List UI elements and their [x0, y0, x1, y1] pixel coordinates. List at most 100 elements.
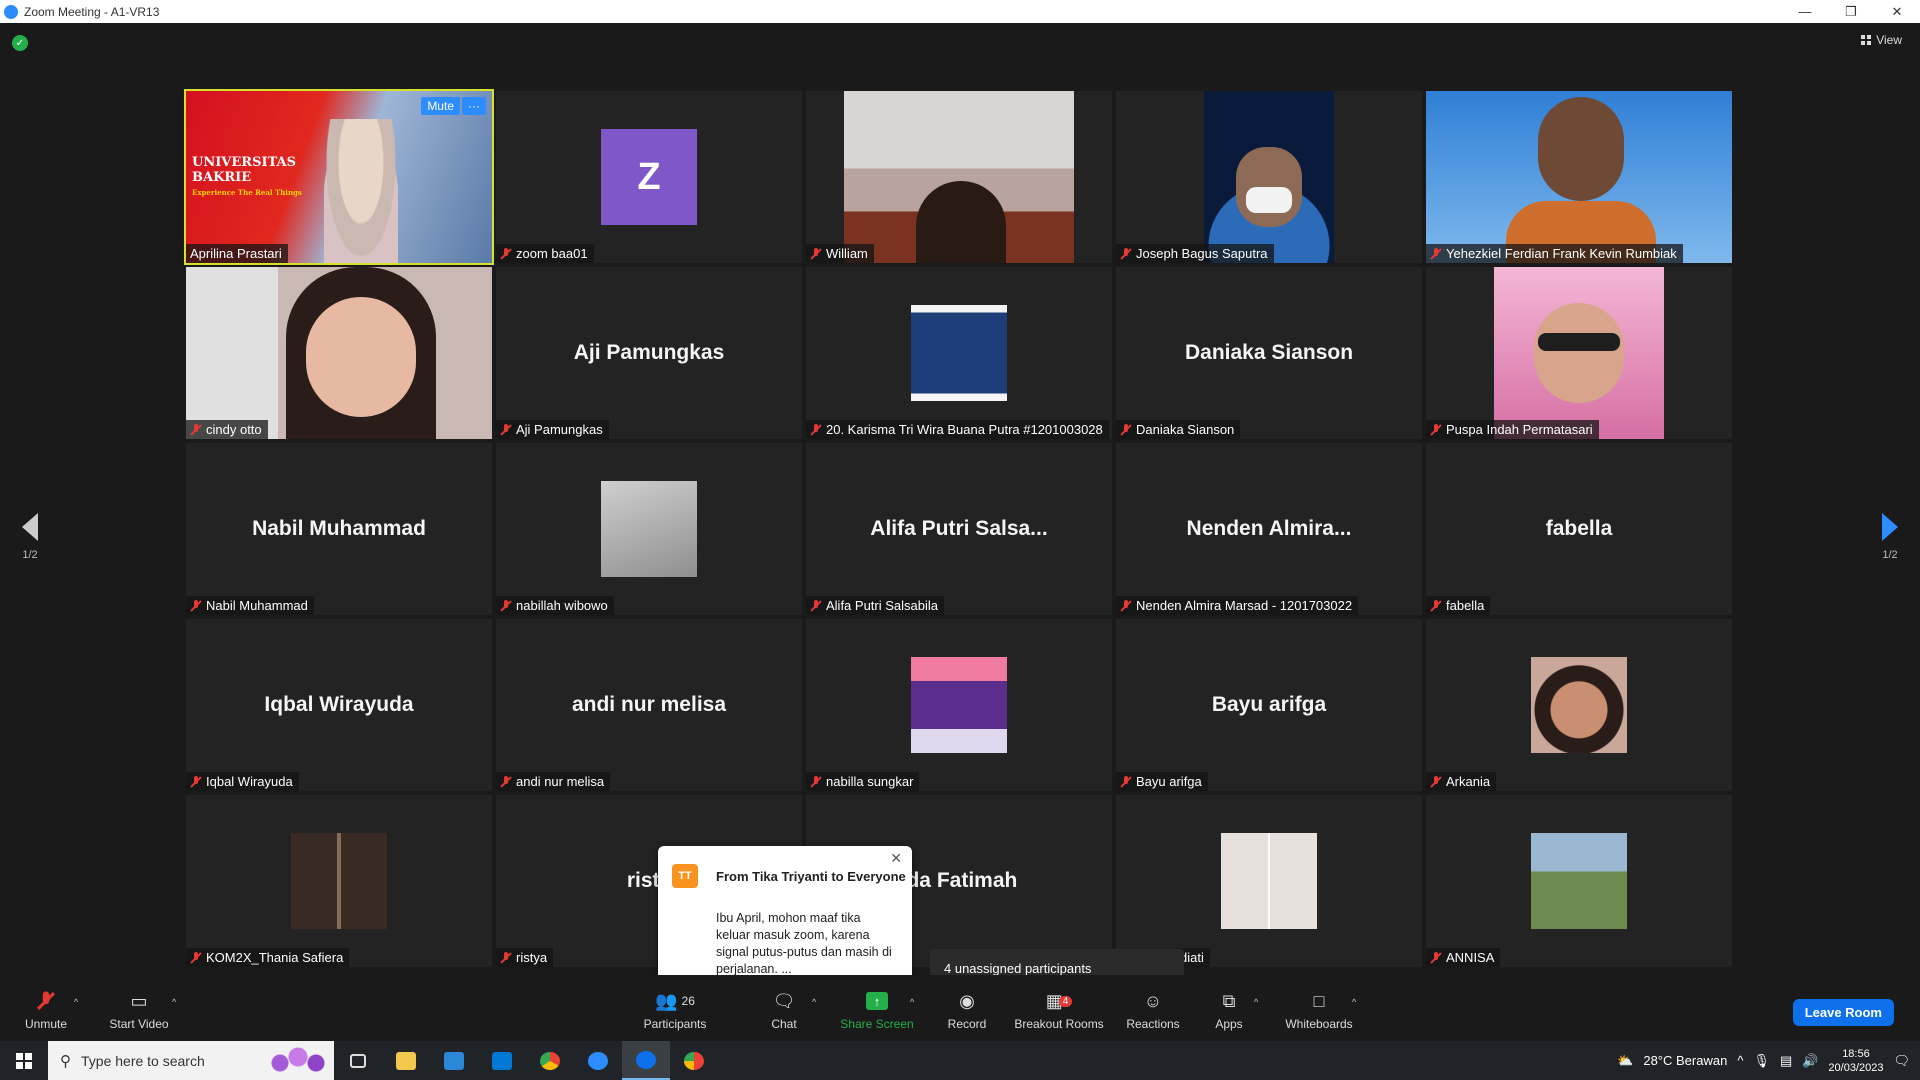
next-page-button[interactable]: 1/2: [1870, 513, 1910, 561]
arrow-left-icon: [22, 513, 38, 541]
close-window-button[interactable]: ✕: [1874, 0, 1920, 23]
weather-icon[interactable]: ⛅: [1617, 1053, 1633, 1069]
participant-tile[interactable]: Bayu arifga Bayu arifga: [1116, 619, 1422, 791]
participant-tile[interactable]: UNIVERSITAS BAKRIE Experience The Real T…: [184, 89, 494, 265]
volume-icon[interactable]: 🔊: [1802, 1053, 1818, 1069]
participant-name-label: Bayu arifga: [1116, 772, 1208, 791]
participant-name: Arkania: [1446, 774, 1491, 789]
chevron-up-icon[interactable]: ^: [1737, 1053, 1743, 1068]
participants-button[interactable]: 👥 26 Participants: [640, 989, 710, 1032]
letter-avatar: Z: [601, 129, 697, 225]
network-icon[interactable]: ▤: [1780, 1053, 1792, 1069]
participant-tile[interactable]: KOM2X_Thania Safiera: [186, 795, 492, 967]
unmute-button[interactable]: Unmute: [18, 989, 74, 1031]
participant-display-name: Aji Pamungkas: [573, 341, 725, 364]
participant-face: [306, 297, 416, 417]
participant-tile[interactable]: andi nur melisa andi nur melisa: [496, 619, 802, 791]
apps-button[interactable]: ⧉ Apps: [1212, 989, 1246, 1032]
participant-tile[interactable]: Joseph Bagus Saputra: [1116, 91, 1422, 263]
mic-muted-icon: [810, 423, 822, 436]
reactions-button[interactable]: ☺ Reactions: [1126, 989, 1180, 1032]
zoom-taskbar-icon[interactable]: [574, 1041, 622, 1080]
chat-button[interactable]: 🗨 Chat: [764, 989, 804, 1032]
participant-name: Aprilina Prastari: [190, 246, 282, 261]
chat-options-caret-icon[interactable]: ^: [812, 997, 816, 1007]
file-explorer-icon[interactable]: [382, 1041, 430, 1080]
participant-tile[interactable]: nabilla sungkar: [806, 619, 1112, 791]
participant-tile[interactable]: diati: [1116, 795, 1422, 967]
record-label: Record: [947, 1017, 987, 1031]
participant-tile[interactable]: cindy otto: [186, 267, 492, 439]
participant-tile[interactable]: Alifa Putri Salsa... Alifa Putri Salsabi…: [806, 443, 1112, 615]
participant-name-label: zoom baa01: [496, 244, 594, 263]
mail-icon[interactable]: [478, 1041, 526, 1080]
profile-picture: [601, 481, 697, 577]
breakout-rooms-button[interactable]: ▦ 4 Breakout Rooms: [1014, 989, 1104, 1032]
participant-tile[interactable]: William: [806, 91, 1112, 263]
search-icon: ⚲: [60, 1052, 71, 1070]
whiteboards-button[interactable]: □ Whiteboards: [1284, 989, 1354, 1032]
share-options-caret-icon[interactable]: ^: [910, 997, 914, 1007]
participant-tile[interactable]: fabella fabella: [1426, 443, 1732, 615]
previous-page-button[interactable]: 1/2: [10, 513, 50, 561]
participant-tile[interactable]: Nabil Muhammad Nabil Muhammad: [186, 443, 492, 615]
participant-name: cindy otto: [206, 422, 262, 437]
participant-tile[interactable]: Arkania: [1426, 619, 1732, 791]
apps-options-caret-icon[interactable]: ^: [1254, 997, 1258, 1007]
security-shield-icon[interactable]: ✓: [12, 35, 28, 51]
participant-tile[interactable]: Aji Pamungkas Aji Pamungkas: [496, 267, 802, 439]
whiteboard-options-caret-icon[interactable]: ^: [1352, 997, 1356, 1007]
participant-display-name: Nenden Almira...: [1186, 517, 1352, 540]
participant-tile[interactable]: Nenden Almira... Nenden Almira Marsad - …: [1116, 443, 1422, 615]
more-options-button[interactable]: ···: [462, 97, 486, 115]
zoom-meeting-taskbar-icon[interactable]: [622, 1041, 670, 1080]
start-video-label: Start Video: [109, 1017, 169, 1031]
leave-room-button[interactable]: Leave Room: [1792, 999, 1894, 1026]
share-screen-label: Share Screen: [840, 1017, 914, 1031]
participant-name-label: Aprilina Prastari: [186, 244, 288, 263]
close-icon[interactable]: ✕: [890, 850, 902, 867]
start-button[interactable]: [0, 1041, 48, 1080]
clock[interactable]: 18:56 20/03/2023: [1828, 1047, 1883, 1075]
participant-name-label: cindy otto: [186, 420, 268, 439]
chrome-icon[interactable]: [526, 1041, 574, 1080]
share-screen-button[interactable]: ↑ Share Screen: [840, 989, 914, 1031]
participant-name: zoom baa01: [516, 246, 588, 261]
chat-notification-popup[interactable]: TT From Tika Triyanti to Everyone ✕ Ibu …: [658, 846, 912, 993]
restore-button[interactable]: ❐: [1828, 0, 1874, 23]
microsoft-store-icon[interactable]: [430, 1041, 478, 1080]
chrome-profile-icon[interactable]: [670, 1041, 718, 1080]
speaker-figure: [324, 119, 398, 263]
participant-name-label: Daniaka Sianson: [1116, 420, 1241, 439]
page-indicator-left: 1/2: [22, 549, 38, 561]
chat-icon: 🗨: [772, 990, 796, 1011]
sunglasses: [1538, 333, 1620, 351]
page-indicator-right: 1/2: [1882, 549, 1898, 561]
mute-participant-button[interactable]: Mute: [421, 97, 460, 115]
participant-name-label: Iqbal Wirayuda: [186, 772, 299, 791]
task-view-icon[interactable]: [334, 1041, 382, 1080]
participant-tile[interactable]: nabillah wibowo: [496, 443, 802, 615]
notifications-icon[interactable]: 🗨: [1893, 1053, 1910, 1069]
audio-options-caret-icon[interactable]: ^: [74, 997, 78, 1007]
profile-picture: [1531, 833, 1627, 929]
video-options-caret-icon[interactable]: ^: [172, 997, 176, 1007]
participant-tile[interactable]: 20. Karisma Tri Wira Buana Putra #120100…: [806, 267, 1112, 439]
participant-tile[interactable]: Puspa Indah Permatasari: [1426, 267, 1732, 439]
minimize-button[interactable]: —: [1782, 0, 1828, 23]
participant-tile[interactable]: Yehezkiel Ferdian Frank Kevin Rumbiak: [1426, 91, 1732, 263]
mic-muted-icon: [190, 423, 202, 436]
participant-tile[interactable]: Z zoom baa01: [496, 91, 802, 263]
weather-text[interactable]: 28°C Berawan: [1643, 1053, 1727, 1068]
participant-tile[interactable]: ANNISA: [1426, 795, 1732, 967]
record-button[interactable]: ◉ Record: [946, 989, 988, 1032]
start-video-button[interactable]: ▭ Start Video: [106, 989, 172, 1032]
meeting-toolbar: Unmute ^ ▭ Start Video ^ 👥 26 Participant…: [0, 975, 1920, 1041]
microphone-icon[interactable]: 🎙: [1753, 1053, 1770, 1069]
view-button[interactable]: View: [1861, 33, 1902, 47]
participant-tile[interactable]: Iqbal Wirayuda Iqbal Wirayuda: [186, 619, 492, 791]
participant-name-label: andi nur melisa: [496, 772, 611, 791]
participant-tile[interactable]: Daniaka Sianson Daniaka Sianson: [1116, 267, 1422, 439]
windows-taskbar: ⚲ Type here to search ⛅ 28°C Berawan ^ 🎙…: [0, 1041, 1920, 1080]
taskbar-search[interactable]: ⚲ Type here to search: [48, 1041, 334, 1080]
